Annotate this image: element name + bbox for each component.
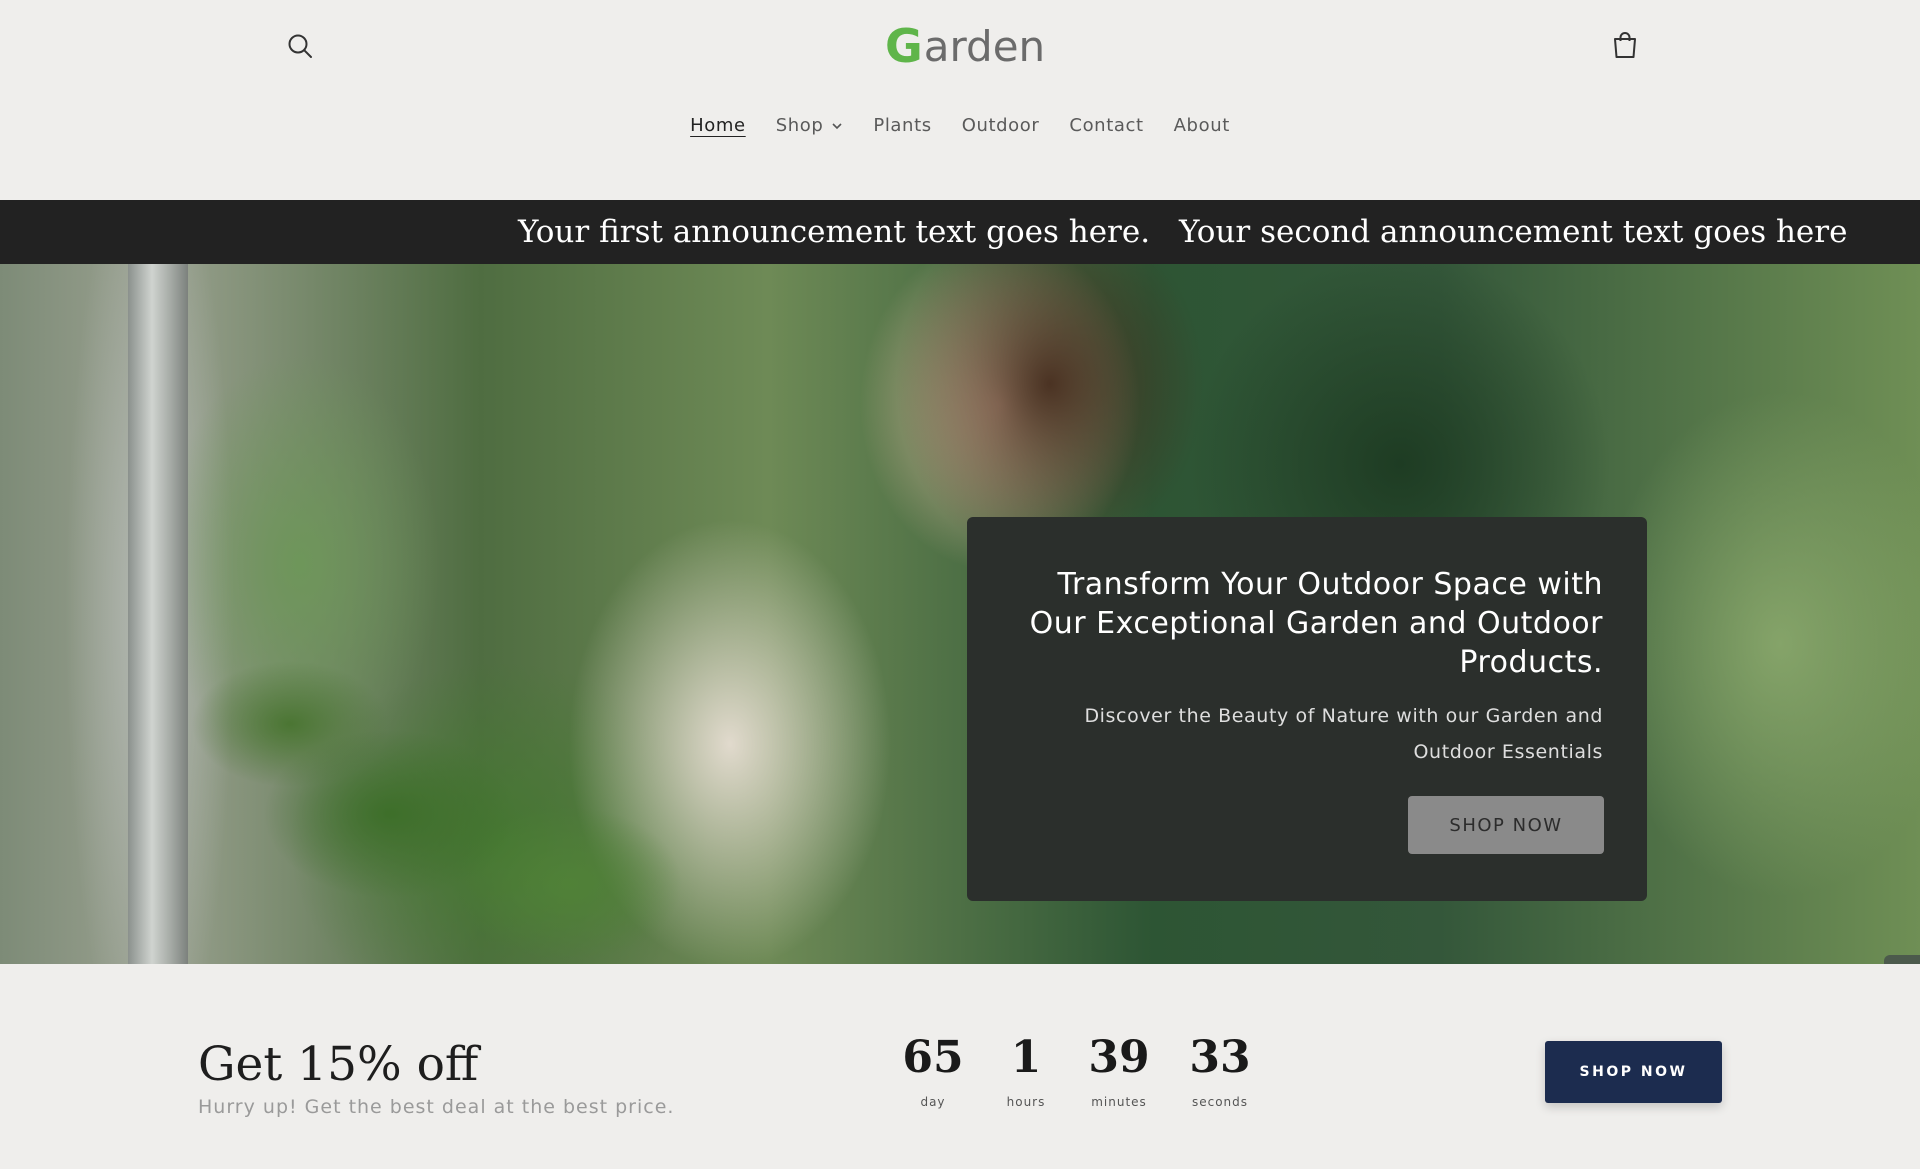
countdown-minutes-label: minutes [1091, 1095, 1147, 1109]
announcement-bar: Your first announcement text goes here. … [0, 200, 1920, 264]
hero-image-pole [128, 264, 188, 964]
nav-shop-label: Shop [775, 115, 824, 136]
site-header: G arden Home Shop Plants Outdoor Contact… [0, 0, 1920, 200]
promo-shop-now-button[interactable]: SHOP NOW [1545, 1041, 1722, 1103]
nav-shop[interactable]: Shop [776, 115, 844, 136]
announcement-first: Your first announcement text goes here. [518, 214, 1151, 250]
nav-outdoor[interactable]: Outdoor [962, 115, 1040, 136]
countdown-hours-value: 1 [1010, 1032, 1042, 1083]
countdown-seconds-label: seconds [1191, 1095, 1249, 1109]
chevron-down-icon [832, 122, 842, 129]
nav-about[interactable]: About [1174, 115, 1230, 136]
hero-subheading: Discover the Beauty of Nature with our G… [1084, 705, 1603, 763]
countdown-day-label: day [920, 1095, 946, 1109]
promo-section: Get 15% off Hurry up! Get the best deal … [0, 964, 1920, 1169]
nav-plants-label: Plants [873, 115, 932, 136]
countdown-hours: 1 hours [981, 1032, 1071, 1109]
site-logo[interactable]: G arden [885, 18, 1045, 74]
nav-home-label: Home [690, 115, 746, 136]
cart-button[interactable] [1607, 26, 1643, 64]
nav-home[interactable]: Home [690, 115, 746, 136]
hero-banner: Transform Your Outdoor Space with Our Ex… [0, 264, 1920, 964]
countdown-day-value: 65 [902, 1032, 964, 1083]
countdown-minutes: 39 minutes [1074, 1032, 1164, 1109]
countdown-minutes-value: 39 [1088, 1032, 1150, 1083]
hero-heading: Transform Your Outdoor Space with Our Ex… [1029, 567, 1603, 680]
logo-letter-g: G [885, 19, 923, 73]
hero-card: Transform Your Outdoor Space with Our Ex… [967, 517, 1647, 901]
countdown-seconds: 33 seconds [1175, 1032, 1265, 1109]
nav-contact[interactable]: Contact [1069, 115, 1143, 136]
side-widget-button[interactable] [1884, 955, 1920, 964]
nav-outdoor-label: Outdoor [961, 115, 1040, 136]
logo-text: arden [923, 21, 1046, 71]
nav-plants[interactable]: Plants [873, 115, 931, 136]
hero-image-foliage [190, 564, 710, 964]
nav-about-label: About [1173, 115, 1230, 136]
search-button[interactable] [282, 28, 318, 64]
countdown-seconds-value: 33 [1189, 1032, 1251, 1083]
countdown-day: 65 day [888, 1032, 978, 1109]
announcement-second: Your second announcement text goes here [1179, 214, 1848, 250]
countdown-hours-label: hours [1006, 1095, 1046, 1109]
cart-icon [1614, 32, 1636, 58]
nav-contact-label: Contact [1069, 115, 1144, 136]
main-nav: Home Shop Plants Outdoor Contact About [0, 115, 1920, 136]
search-icon [288, 34, 312, 58]
hero-shop-now-button[interactable]: SHOP NOW [1408, 796, 1604, 854]
